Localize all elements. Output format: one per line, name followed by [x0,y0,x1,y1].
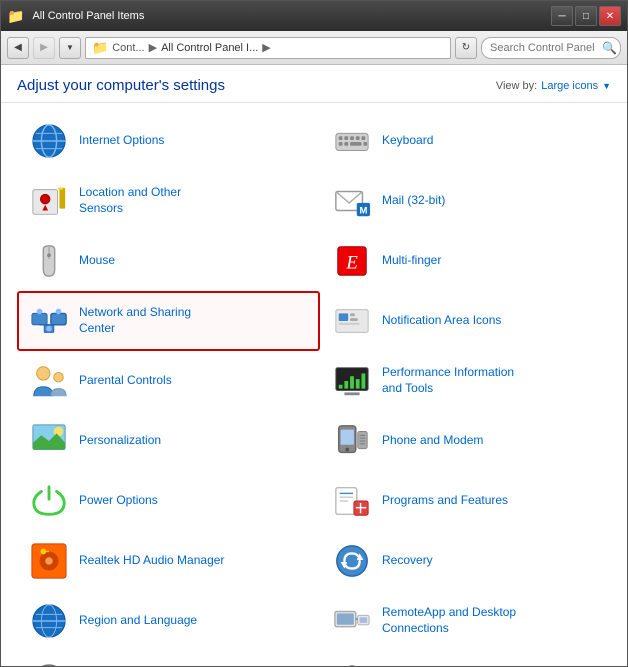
titlebar-title: All Control Panel Items [32,10,144,22]
item-recovery[interactable]: Recovery [320,531,623,591]
svg-text:M: M [359,205,367,216]
item-label-performance-tools: Performance Informationand Tools [382,365,514,396]
keyboard-icon [332,121,372,161]
item-label-parental-controls: Parental Controls [79,373,172,389]
item-parental-controls[interactable]: Parental Controls [17,351,320,411]
item-label-remoteapp: RemoteApp and DesktopConnections [382,605,516,636]
notification-icon [332,301,372,341]
viewby-dropdown-icon[interactable]: ▼ [602,81,611,91]
address-part-1: Cont... [112,42,144,54]
item-network-sharing[interactable]: Network and SharingCenter [17,291,320,351]
item-label-network-sharing: Network and SharingCenter [79,305,191,336]
item-realtek-audio[interactable]: Realtek HD Audio Manager [17,531,320,591]
item-label-multi-finger: Multi-finger [382,253,441,269]
recent-pages-button[interactable]: ▼ [59,37,81,59]
item-keyboard[interactable]: Keyboard [320,111,623,171]
item-location-sensors[interactable]: Location and OtherSensors [17,171,320,231]
sound-icon [29,661,69,666]
parental-icon [29,361,69,401]
refresh-button[interactable]: ↻ [455,37,477,59]
titlebar-left: 📁 All Control Panel Items [7,8,144,25]
item-region-language[interactable]: Region and Language [17,591,320,651]
item-label-notification-icons: Notification Area Icons [382,313,501,329]
items-grid: Internet Options Keyboard Location and Oth… [17,111,623,666]
back-button[interactable]: ◀ [7,37,29,59]
address-separator-2: ▶ [262,41,270,54]
search-icon[interactable]: 🔍 [602,41,617,55]
item-speech-recognition[interactable]: Speech Recognition [320,651,623,666]
performance-icon [332,361,372,401]
item-power-options[interactable]: Power Options [17,471,320,531]
search-wrap: 🔍 [481,37,621,59]
viewby-control: View by: Large icons ▼ [496,80,611,92]
item-multi-finger[interactable]: E Multi-finger [320,231,623,291]
programs-icon [332,481,372,521]
item-phone-modem[interactable]: Phone and Modem [320,411,623,471]
titlebar-controls: ─ □ ✕ [551,6,621,26]
viewby-value[interactable]: Large icons [541,80,598,92]
region-icon [29,601,69,641]
item-label-location-sensors: Location and OtherSensors [79,185,181,216]
item-personalization[interactable]: Personalization [17,411,320,471]
control-panel-window: 📁 All Control Panel Items ─ □ ✕ ◀ ▶ ▼ 📁 … [0,0,628,667]
addressbar: ◀ ▶ ▼ 📁 Cont... ▶ All Control Panel I...… [1,31,627,65]
viewby-label: View by: [496,80,537,92]
item-mail-32bit[interactable]: M Mail (32-bit) [320,171,623,231]
close-button[interactable]: ✕ [599,6,621,26]
address-box[interactable]: 📁 Cont... ▶ All Control Panel I... ▶ [85,37,451,59]
item-internet-options[interactable]: Internet Options [17,111,320,171]
phone-icon [332,421,372,461]
speech-icon [332,661,372,666]
item-label-mail-32bit: Mail (32-bit) [382,193,445,209]
address-separator-1: ▶ [149,41,157,54]
titlebar: 📁 All Control Panel Items ─ □ ✕ [1,1,627,31]
item-performance-tools[interactable]: Performance Informationand Tools [320,351,623,411]
svg-text:E: E [345,253,358,274]
item-programs-features[interactable]: Programs and Features [320,471,623,531]
internet-icon [29,121,69,161]
mouse-icon [29,241,69,281]
address-part-2: All Control Panel I... [161,42,258,54]
forward-button[interactable]: ▶ [33,37,55,59]
item-label-phone-modem: Phone and Modem [382,433,483,449]
item-mouse[interactable]: Mouse [17,231,320,291]
item-label-realtek-audio: Realtek HD Audio Manager [79,553,224,569]
power-icon [29,481,69,521]
item-label-mouse: Mouse [79,253,115,269]
item-label-internet-options: Internet Options [79,133,164,149]
mail-icon: M [332,181,372,221]
item-sound[interactable]: Sound [17,651,320,666]
main-content: Adjust your computer's settings View by:… [1,65,627,666]
item-label-programs-features: Programs and Features [382,493,508,509]
item-label-power-options: Power Options [79,493,158,509]
items-container: Internet Options Keyboard Location and Oth… [1,103,627,666]
content-header: Adjust your computer's settings View by:… [1,65,627,103]
multifinger-icon: E [332,241,372,281]
item-label-personalization: Personalization [79,433,161,449]
audio-icon [29,541,69,581]
recovery-icon [332,541,372,581]
item-label-keyboard: Keyboard [382,133,433,149]
search-input[interactable] [481,37,621,59]
network-icon [29,301,69,341]
maximize-button[interactable]: □ [575,6,597,26]
item-notification-icons[interactable]: Notification Area Icons [320,291,623,351]
personalization-icon [29,421,69,461]
location-icon [29,181,69,221]
item-label-region-language: Region and Language [79,613,197,629]
page-title: Adjust your computer's settings [17,77,225,94]
item-label-recovery: Recovery [382,553,433,569]
remote-icon [332,601,372,641]
minimize-button[interactable]: ─ [551,6,573,26]
item-remoteapp[interactable]: RemoteApp and DesktopConnections [320,591,623,651]
